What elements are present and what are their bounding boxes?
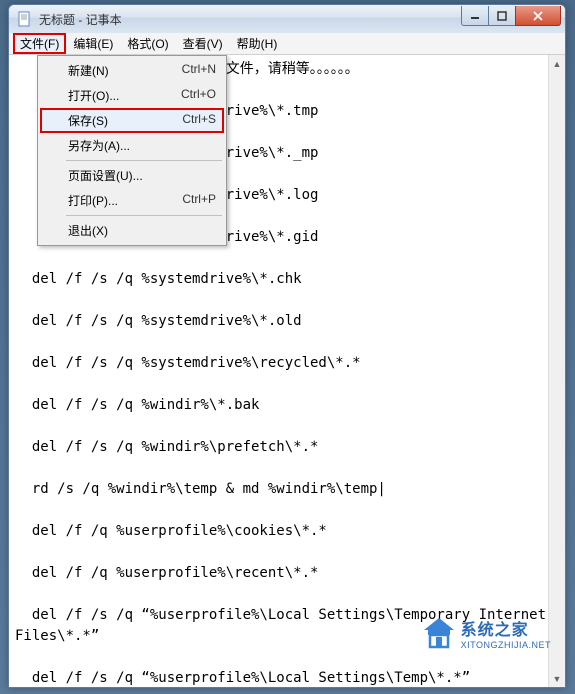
titlebar[interactable]: 无标题 - 记事本 [9, 5, 565, 33]
maximize-button[interactable] [488, 6, 516, 26]
menu-item-print[interactable]: 打印(P)... Ctrl+P [40, 188, 224, 213]
window-title: 无标题 - 记事本 [39, 11, 462, 28]
close-button[interactable] [515, 6, 561, 26]
minimize-button[interactable] [461, 6, 489, 26]
app-icon [17, 11, 33, 27]
menu-file[interactable]: 文件(F) [13, 33, 66, 54]
window-controls [462, 6, 565, 26]
file-dropdown-menu: 新建(N) Ctrl+N 打开(O)... Ctrl+O 保存(S) Ctrl+… [37, 55, 227, 246]
menu-item-save[interactable]: 保存(S) Ctrl+S [40, 108, 224, 133]
menubar: 文件(F) 编辑(E) 格式(O) 查看(V) 帮助(H) [9, 33, 565, 55]
menu-item-exit[interactable]: 退出(X) [40, 218, 224, 243]
menu-item-open[interactable]: 打开(O)... Ctrl+O [40, 83, 224, 108]
menu-item-new[interactable]: 新建(N) Ctrl+N [40, 58, 224, 83]
menu-separator [66, 215, 222, 216]
menu-edit[interactable]: 编辑(E) [66, 33, 120, 54]
menu-item-pagesetup[interactable]: 页面设置(U)... [40, 163, 224, 188]
notepad-window: 无标题 - 记事本 文件(F) 编辑(E) 格式(O) 查看(V) 帮助(H) … [8, 4, 566, 688]
menu-view[interactable]: 查看(V) [176, 33, 230, 54]
scroll-down-arrow-icon[interactable]: ▼ [549, 670, 565, 687]
menu-help[interactable]: 帮助(H) [230, 33, 285, 54]
editor-area: 文件，请稍等。。。。。。 rive%\*.tmp rive%\*._mp riv… [9, 55, 565, 687]
menu-format[interactable]: 格式(O) [120, 33, 175, 54]
scroll-up-arrow-icon[interactable]: ▲ [549, 55, 565, 72]
menu-separator [66, 160, 222, 161]
vertical-scrollbar[interactable]: ▲ ▼ [548, 55, 565, 687]
menu-item-saveas[interactable]: 另存为(A)... [40, 133, 224, 158]
